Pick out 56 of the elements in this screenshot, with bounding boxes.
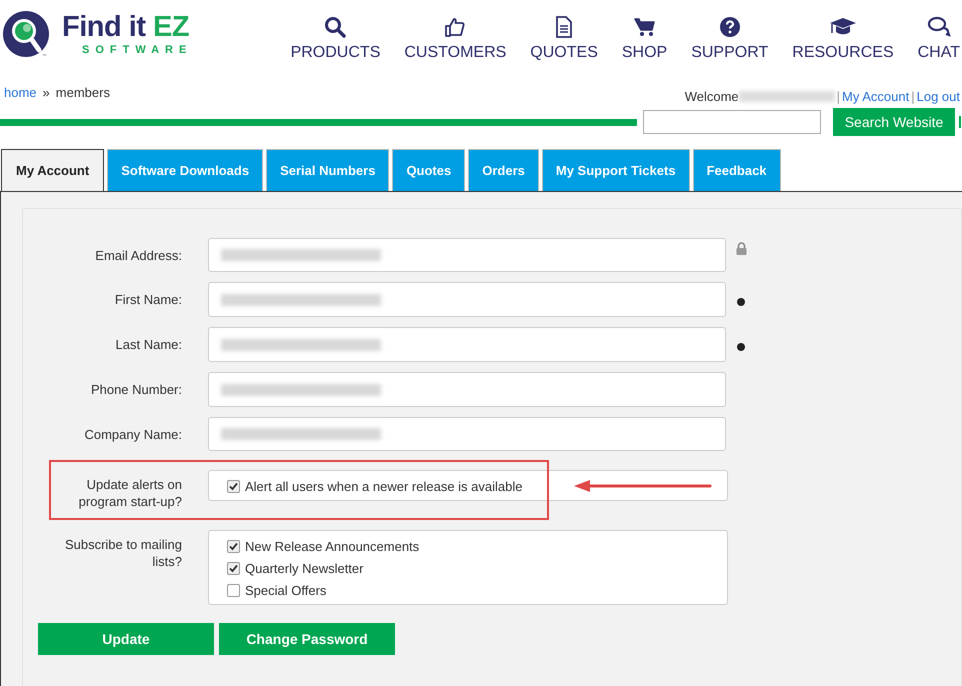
tab[interactable]: Serial Numbers: [266, 149, 390, 191]
magnifier-logo-icon: [2, 10, 52, 60]
tab[interactable]: Quotes: [392, 149, 466, 191]
account-link[interactable]: My Account: [842, 88, 910, 104]
text-input[interactable]: [208, 372, 726, 407]
tab[interactable]: My Account: [1, 149, 104, 191]
checkbox-label: Quarterly Newsletter: [245, 561, 364, 576]
cart-icon: [634, 16, 656, 38]
field-label: Email Address:: [94, 248, 182, 262]
field-label: Company Name:: [83, 426, 182, 442]
thumbs-up-icon: [444, 16, 466, 38]
field-label: Update alerts on program start-up?: [78, 476, 182, 510]
logo-tagline: SOFTWARE: [82, 44, 192, 56]
checkbox-label: New Release Announcements: [245, 539, 420, 554]
document-icon: [554, 16, 574, 38]
chat-icon: [926, 16, 951, 38]
search-field[interactable]: [643, 110, 821, 134]
checkbox-label: Special Offers: [245, 583, 326, 598]
checkbox[interactable]: [227, 584, 240, 597]
tab[interactable]: My Support Tickets: [542, 149, 690, 191]
account-link[interactable]: Log out: [916, 88, 960, 104]
breadcrumb-current: members: [56, 85, 110, 102]
search-button[interactable]: Search Website: [833, 108, 955, 136]
nav-link[interactable]: QUOTES: [530, 16, 598, 78]
tab[interactable]: Feedback: [692, 149, 781, 191]
logo-accent: EZ: [153, 11, 190, 43]
nav-link[interactable]: PRODUCTS: [290, 16, 380, 78]
checkbox-label: Alert all users when a newer release is available: [245, 479, 522, 494]
logo-name: Find it: [62, 11, 146, 43]
checkbox[interactable]: [227, 540, 240, 553]
field-label: Last Name:: [114, 337, 182, 352]
nav-link[interactable]: CUSTOMERS: [404, 16, 506, 78]
link-separator: |: [836, 88, 840, 104]
nav-link[interactable]: CHAT: [918, 16, 960, 78]
field-label: First Name:: [114, 292, 182, 307]
checkbox[interactable]: [227, 480, 240, 493]
field-label: Phone Number:: [90, 382, 182, 397]
breadcrumb-separator: »: [42, 85, 50, 102]
tab[interactable]: Software Downloads: [107, 149, 264, 191]
question-icon: [718, 16, 741, 38]
nav-link[interactable]: SUPPORT: [691, 16, 768, 78]
breadcrumb-link[interactable]: home: [4, 85, 37, 107]
checkbox[interactable]: [227, 562, 240, 575]
tab[interactable]: Orders: [468, 149, 539, 191]
form-button[interactable]: Update: [38, 623, 214, 655]
nav-link[interactable]: RESOURCES: [792, 16, 894, 78]
text-input[interactable]: [208, 238, 726, 272]
link-separator: |: [911, 88, 915, 104]
text-input[interactable]: [208, 327, 726, 362]
welcome-text: Welcome: [684, 88, 739, 104]
field-label: Subscribe to mailing lists?: [64, 536, 182, 570]
search-icon: [324, 16, 346, 38]
nav-link[interactable]: SHOP: [622, 16, 668, 78]
form-button[interactable]: Change Password: [219, 623, 395, 655]
text-input[interactable]: [208, 417, 726, 451]
text-input[interactable]: [208, 282, 726, 317]
